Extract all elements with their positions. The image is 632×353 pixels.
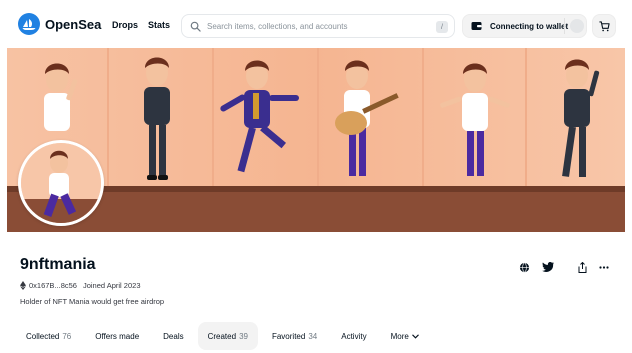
search-icon bbox=[190, 21, 201, 32]
tab-count: 34 bbox=[308, 331, 318, 341]
chevron-down-icon bbox=[411, 333, 419, 339]
tab-deals[interactable]: Deals bbox=[153, 322, 193, 350]
tab-more[interactable]: More bbox=[381, 322, 429, 350]
twitter-icon bbox=[542, 262, 554, 272]
cart-button[interactable] bbox=[592, 14, 616, 38]
more-icon bbox=[599, 265, 609, 269]
tab-collected[interactable]: Collected 76 bbox=[16, 322, 81, 350]
profile-avatar[interactable] bbox=[18, 140, 104, 226]
share-icon bbox=[578, 261, 586, 273]
wallet-address[interactable]: 0x167B...8c56 bbox=[29, 281, 77, 290]
opensea-logo[interactable]: OpenSea bbox=[18, 13, 101, 35]
tab-activity[interactable]: Activity bbox=[331, 322, 376, 350]
tab-created[interactable]: Created 39 bbox=[197, 322, 258, 350]
tab-offers-made[interactable]: Offers made bbox=[85, 322, 149, 350]
tab-count: 39 bbox=[239, 331, 248, 341]
eth-icon bbox=[20, 281, 26, 290]
tab-label: Collected bbox=[26, 331, 60, 341]
wallet-icon bbox=[471, 22, 482, 30]
globe-icon bbox=[519, 262, 529, 272]
profile-name: 9nftmania bbox=[20, 256, 96, 273]
opensea-logo-icon bbox=[18, 13, 40, 35]
search-shortcut-key: / bbox=[436, 21, 448, 33]
search-bar[interactable]: / bbox=[181, 14, 455, 38]
nav-drops[interactable]: Drops bbox=[112, 20, 138, 30]
account-avatar[interactable] bbox=[570, 19, 584, 33]
more-button[interactable] bbox=[597, 260, 611, 274]
profile-meta: 0x167B...8c56 Joined April 2023 bbox=[20, 281, 141, 290]
tab-label: Created bbox=[207, 331, 237, 341]
nav-stats[interactable]: Stats bbox=[148, 20, 170, 30]
website-button[interactable] bbox=[517, 260, 531, 274]
profile-bio: Holder of NFT Mania would get free airdr… bbox=[20, 297, 165, 306]
joined-date: Joined April 2023 bbox=[82, 281, 141, 290]
cart-icon bbox=[598, 20, 610, 31]
top-nav-bar: OpenSea Drops Stats / Connecting to wall… bbox=[0, 0, 632, 48]
twitter-button[interactable] bbox=[541, 260, 555, 274]
tab-label: Offers made bbox=[95, 331, 140, 341]
tab-count: 76 bbox=[62, 331, 72, 341]
tab-label: More bbox=[390, 331, 409, 341]
connect-wallet-button[interactable]: Connecting to wallet bbox=[462, 14, 587, 38]
tab-label: Activity bbox=[341, 331, 367, 341]
search-input[interactable] bbox=[207, 21, 437, 31]
brand-name: OpenSea bbox=[45, 16, 102, 32]
wallet-label: Connecting to wallet bbox=[490, 21, 569, 31]
profile-banner bbox=[7, 48, 625, 232]
profile-tabs: Collected 76 Offers made Deals Created 3… bbox=[16, 322, 433, 350]
share-button[interactable] bbox=[575, 260, 589, 274]
wallet-divider bbox=[564, 18, 565, 34]
tab-label: Favorited bbox=[271, 331, 306, 341]
tab-favorited[interactable]: Favorited 34 bbox=[262, 322, 327, 350]
tab-label: Deals bbox=[163, 331, 184, 341]
